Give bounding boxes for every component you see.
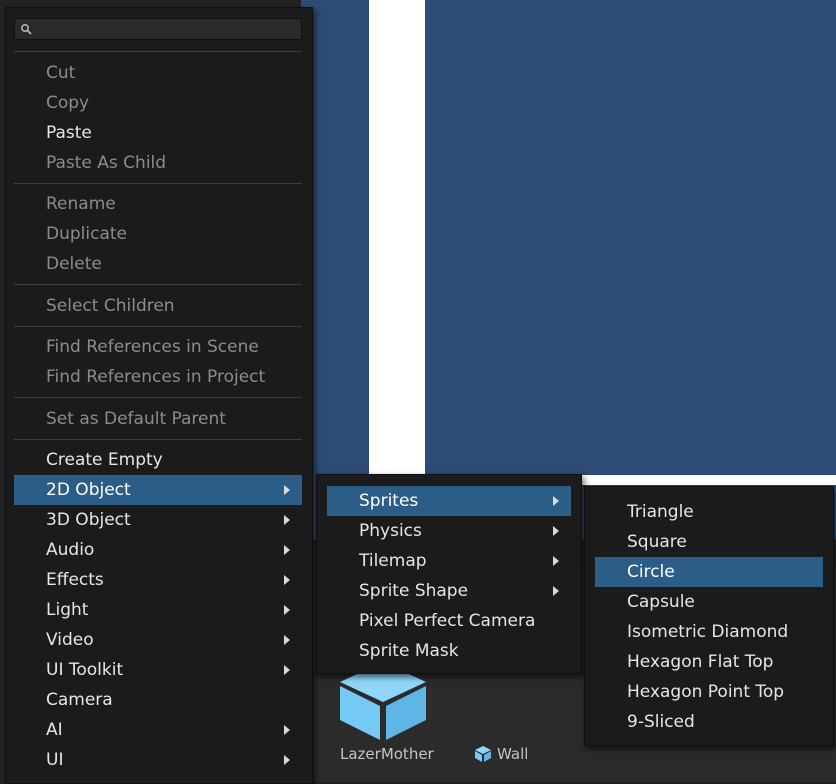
chevron-right-icon [284,755,290,765]
menu-item-copy[interactable]: Copy [14,88,302,118]
menu-separator [14,284,302,285]
menu-item-audio[interactable]: Audio [14,535,302,565]
submenu-2d-object: Sprites Physics Tilemap Sprite Shape Pix… [316,474,582,674]
menu-item-effects[interactable]: Effects [14,565,302,595]
menu-item-delete[interactable]: Delete [14,249,302,279]
menu-item-paste-as-child[interactable]: Paste As Child [14,148,302,178]
menu-item-tilemap[interactable]: Tilemap [327,546,571,576]
menu-item-create-empty[interactable]: Create Empty [14,445,302,475]
chevron-right-icon [284,545,290,555]
asset-label[interactable]: LazerMother [340,745,434,763]
chevron-right-icon [553,586,559,596]
menu-item-9-sliced[interactable]: 9-Sliced [595,707,823,737]
menu-item-find-references-in-project[interactable]: Find References in Project [14,362,302,392]
menu-item-rename[interactable]: Rename [14,189,302,219]
menu-separator [14,183,302,184]
chevron-right-icon [284,515,290,525]
submenu-sprites: Triangle Square Circle Capsule Isometric… [584,486,834,746]
menu-item-square[interactable]: Square [595,527,823,557]
menu-item-set-as-default-parent[interactable]: Set as Default Parent [14,404,302,434]
menu-item-sprite-mask[interactable]: Sprite Mask [327,636,571,666]
chevron-right-icon [284,725,290,735]
menu-item-light[interactable]: Light [14,595,302,625]
menu-item-sprite-shape[interactable]: Sprite Shape [327,576,571,606]
menu-item-video[interactable]: Video [14,625,302,655]
search-input[interactable] [14,18,302,40]
scene-floor-sprite [582,475,836,485]
chevron-right-icon [284,575,290,585]
menu-separator [14,397,302,398]
menu-item-cut[interactable]: Cut [14,58,302,88]
menu-item-ai[interactable]: AI [14,715,302,745]
menu-item-hexagon-point-top[interactable]: Hexagon Point Top [595,677,823,707]
asset-label[interactable]: Wall [497,745,528,763]
menu-item-find-references-in-scene[interactable]: Find References in Scene [14,332,302,362]
menu-item-select-children[interactable]: Select Children [14,291,302,321]
cube-icon [475,746,491,762]
menu-item-circle[interactable]: Circle [595,557,823,587]
chevron-right-icon [284,605,290,615]
menu-item-ui[interactable]: UI [14,745,302,775]
search-icon [21,24,32,35]
menu-item-ui-toolkit[interactable]: UI Toolkit [14,655,302,685]
menu-item-paste[interactable]: Paste [14,118,302,148]
chevron-right-icon [553,496,559,506]
menu-separator [14,326,302,327]
menu-separator [14,439,302,440]
chevron-right-icon [553,556,559,566]
menu-item-isometric-diamond[interactable]: Isometric Diamond [595,617,823,647]
scene-wall-sprite [369,0,425,475]
menu-separator [14,51,302,52]
menu-item-2d-object[interactable]: 2D Object [14,475,302,505]
menu-item-capsule[interactable]: Capsule [595,587,823,617]
chevron-right-icon [284,635,290,645]
menu-item-duplicate[interactable]: Duplicate [14,219,302,249]
menu-item-3d-object[interactable]: 3D Object [14,505,302,535]
menu-item-sprites[interactable]: Sprites [327,486,571,516]
chevron-right-icon [553,526,559,536]
menu-item-camera[interactable]: Camera [14,685,302,715]
menu-item-physics[interactable]: Physics [327,516,571,546]
chevron-right-icon [284,665,290,675]
chevron-right-icon [284,485,290,495]
menu-item-pixel-perfect-camera[interactable]: Pixel Perfect Camera [327,606,571,636]
menu-item-hexagon-flat-top[interactable]: Hexagon Flat Top [595,647,823,677]
menu-item-triangle[interactable]: Triangle [595,497,823,527]
context-menu: Cut Copy Paste Paste As Child Rename Dup… [5,7,313,784]
